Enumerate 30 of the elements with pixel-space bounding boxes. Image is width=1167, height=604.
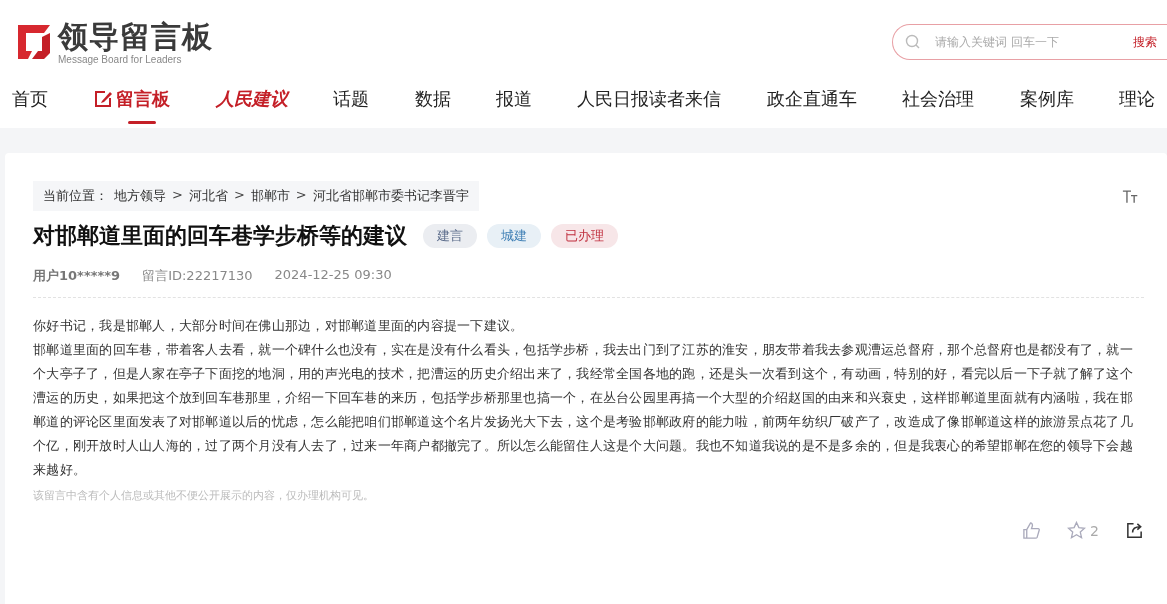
nav-tab[interactable]: 社会治理	[902, 84, 975, 124]
nav-tab[interactable]: 理论	[1118, 84, 1155, 124]
message-id: 留言ID:22217130	[142, 267, 253, 285]
tag: 已办理	[551, 224, 618, 248]
nav-tab[interactable]: 政企直通车	[766, 84, 857, 124]
star-icon	[1067, 521, 1087, 540]
logo-subtitle: Message Board for Leaders	[58, 53, 183, 65]
nav-tab[interactable]: 数据	[414, 84, 451, 124]
nav-tab[interactable]: 报道	[495, 84, 532, 124]
share-icon[interactable]	[1125, 521, 1144, 540]
message-paragraph: 邯郸道里面的回车巷，带着客人去看，就一个碑什么也没有，实在是没有什么看头，包括学步桥，我去出门到了江苏的淮安，朋友带着我去参观漕运总督府，那个总督府也是都没有了，就一个大亭子了，但是人家在亭子下面挖的地洞，用的声光电的技术，把漕运的历史介绍出来了，我经常全国各地的跑，还是头一次看到这个，有动画，特别的好，看完以后一下子就了解了这个漕运的历史，如果把这个放到回车巷那里，介绍一下回车巷的来历，包括学步桥那里也搞一个，在丛台公园里再搞一个大型的介绍赵国的由来和兴衰史，这样邯郸道里面就有内涵啦，我在邯郸道的评论区里面发表了对邯郸道以后的忧虑，怎么能把咱们邯郸道这个名片发扬光大下去，这个是考验邯郸政府的能力啦，前两年纺织厂破产了，改造成了像邯郸道这样的旅游景点花了几个亿，刚开放时人山人海的，过了两个月没有人去了，过来一年商户都撤完了。所以怎么能留住人这是个大问题。我也不知道我说的是不是多余的，但是我衷心的希望邯郸在您的领导下会越来越好。	[33, 341, 1134, 479]
nav-tab[interactable]: 首页	[12, 84, 48, 124]
message-title: 对邯郸道里面的回车巷学步桥等的建议	[33, 222, 407, 250]
edit-icon	[93, 89, 114, 109]
search-icon	[905, 34, 921, 50]
tag: 建言	[423, 224, 477, 248]
font-size-icon[interactable]	[1122, 188, 1140, 204]
post-time: 2024-12-25 09:30	[274, 267, 392, 284]
nav-tab[interactable]: 话题	[333, 84, 370, 124]
tag: 城建	[487, 224, 541, 248]
nav-tab[interactable]: 人民日报读者来信	[577, 84, 722, 124]
nav-tab[interactable]: 案例库	[1019, 84, 1074, 124]
nav-tab[interactable]: 留言板	[93, 84, 171, 124]
user-name: 用户10*****9	[33, 267, 121, 285]
thumbs-up-icon[interactable]	[1022, 521, 1042, 540]
search-button[interactable]: 搜索	[1123, 33, 1167, 51]
nav-tab[interactable]: 人民建议	[215, 84, 288, 124]
breadcrumb: 当前位置： 地方领导 > 河北省 > 邯郸市 > 河北省邯郸市委书记李晋宇	[33, 181, 479, 211]
message-paragraph: 你好书记，我是邯郸人，大部分时间在佛山那边，对邯郸道里面的内容提一下建议。	[33, 317, 525, 335]
logo-title: 领导留言板	[58, 19, 213, 54]
